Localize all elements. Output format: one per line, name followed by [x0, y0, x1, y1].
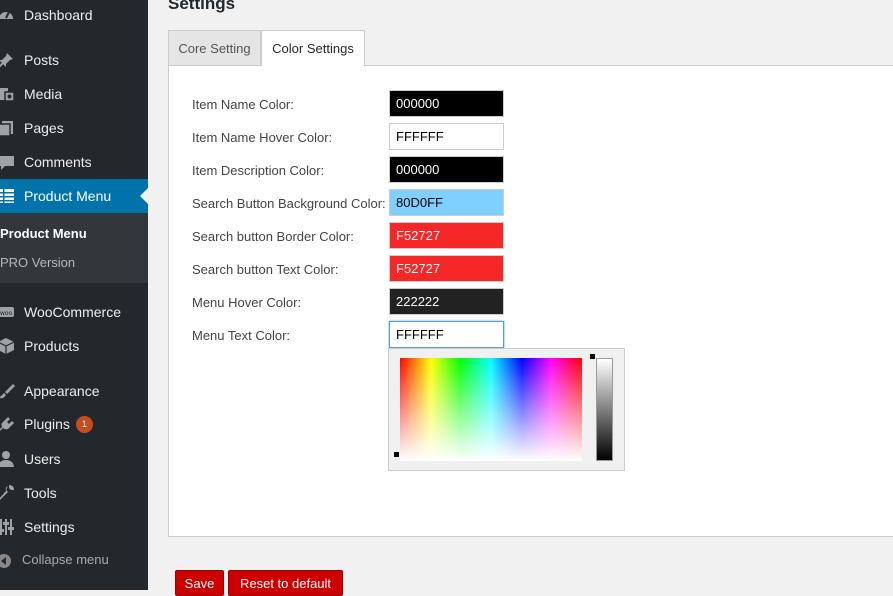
search-button-background-color-label: Search Button Background Color: [192, 196, 386, 211]
item-description-color-label: Item Description Color: [192, 163, 325, 178]
search-button-border-color-label: Search button Border Color: [192, 229, 354, 244]
menu-hover-color-input[interactable] [389, 288, 504, 315]
reset-to-default-button[interactable]: Reset to default [228, 570, 343, 596]
color-picker-popup [388, 348, 625, 471]
woo-icon: woo [0, 303, 15, 321]
sidebar-item-media[interactable]: Media [0, 77, 148, 111]
item-name-hover-color-input[interactable] [389, 123, 504, 150]
save-button[interactable]: Save [175, 570, 224, 596]
tab-color-settings[interactable]: Color Settings [261, 30, 365, 66]
update-count-badge: 1 [75, 415, 93, 433]
menu-text-color-input[interactable] [389, 321, 504, 348]
sidebar-item-settings[interactable]: Settings [0, 510, 148, 544]
sidebar-item-tools[interactable]: Tools [0, 476, 148, 510]
sidebar-item-label: Plugins [24, 416, 70, 433]
search-button-background-color-input[interactable] [389, 189, 504, 216]
search-button-text-color-label: Search button Text Color: [192, 262, 339, 277]
menu-text-color-label: Menu Text Color: [192, 328, 291, 343]
collapse-arrow-icon [0, 553, 12, 572]
sidebar-item-users[interactable]: Users [0, 442, 148, 476]
brightness-slider[interactable] [596, 358, 613, 461]
item-name-hover-color-label: Item Name Hover Color: [192, 130, 333, 145]
search-button-text-color-input[interactable] [389, 255, 504, 282]
svg-text:woo: woo [0, 310, 13, 317]
sidebar-item-plugins[interactable]: Plugins 1 [0, 408, 148, 442]
submenu-panel [0, 213, 148, 283]
search-button-border-color-input[interactable] [389, 222, 504, 249]
color-saturation-area[interactable] [400, 358, 582, 461]
saturation-marker[interactable] [394, 452, 399, 457]
sidebar-item-products[interactable]: Products [0, 329, 148, 363]
sidebar-item-woocommerce[interactable]: woo WooCommerce [0, 295, 148, 329]
submenu-item-pro-version[interactable]: PRO Version [0, 255, 75, 270]
pin-icon [0, 51, 15, 69]
comment-icon [0, 153, 15, 171]
box-icon [0, 337, 15, 355]
pages-icon [0, 119, 15, 137]
tab-core-setting[interactable]: Core Setting [168, 30, 261, 65]
list-icon [0, 187, 15, 205]
page-title: Settings [168, 0, 236, 13]
sidebar-item-pages[interactable]: Pages [0, 111, 148, 145]
user-icon [0, 450, 15, 468]
menu-hover-color-label: Menu Hover Color: [192, 295, 302, 310]
sliders-icon [0, 518, 15, 536]
sidebar-item-comments[interactable]: Comments [0, 145, 148, 179]
item-description-color-input[interactable] [389, 156, 504, 183]
sidebar-item-dashboard[interactable]: Dashboard [0, 0, 148, 32]
dashboard-icon [0, 6, 15, 24]
submenu-item-product-menu[interactable]: Product Menu [0, 226, 87, 241]
sidebar-item-posts[interactable]: Posts [0, 43, 148, 77]
plug-icon [0, 416, 15, 434]
media-icon [0, 85, 15, 103]
admin-sidebar: Dashboard Posts Media Pages Comments Pro… [0, 0, 148, 590]
item-name-color-label: Item Name Color: [192, 97, 294, 112]
sidebar-item-appearance[interactable]: Appearance [0, 374, 148, 408]
brush-icon [0, 382, 15, 400]
brightness-marker[interactable] [590, 354, 595, 359]
wrench-icon [0, 484, 15, 502]
sidebar-item-product-menu[interactable]: Product Menu [0, 179, 148, 213]
item-name-color-input[interactable] [389, 90, 504, 117]
